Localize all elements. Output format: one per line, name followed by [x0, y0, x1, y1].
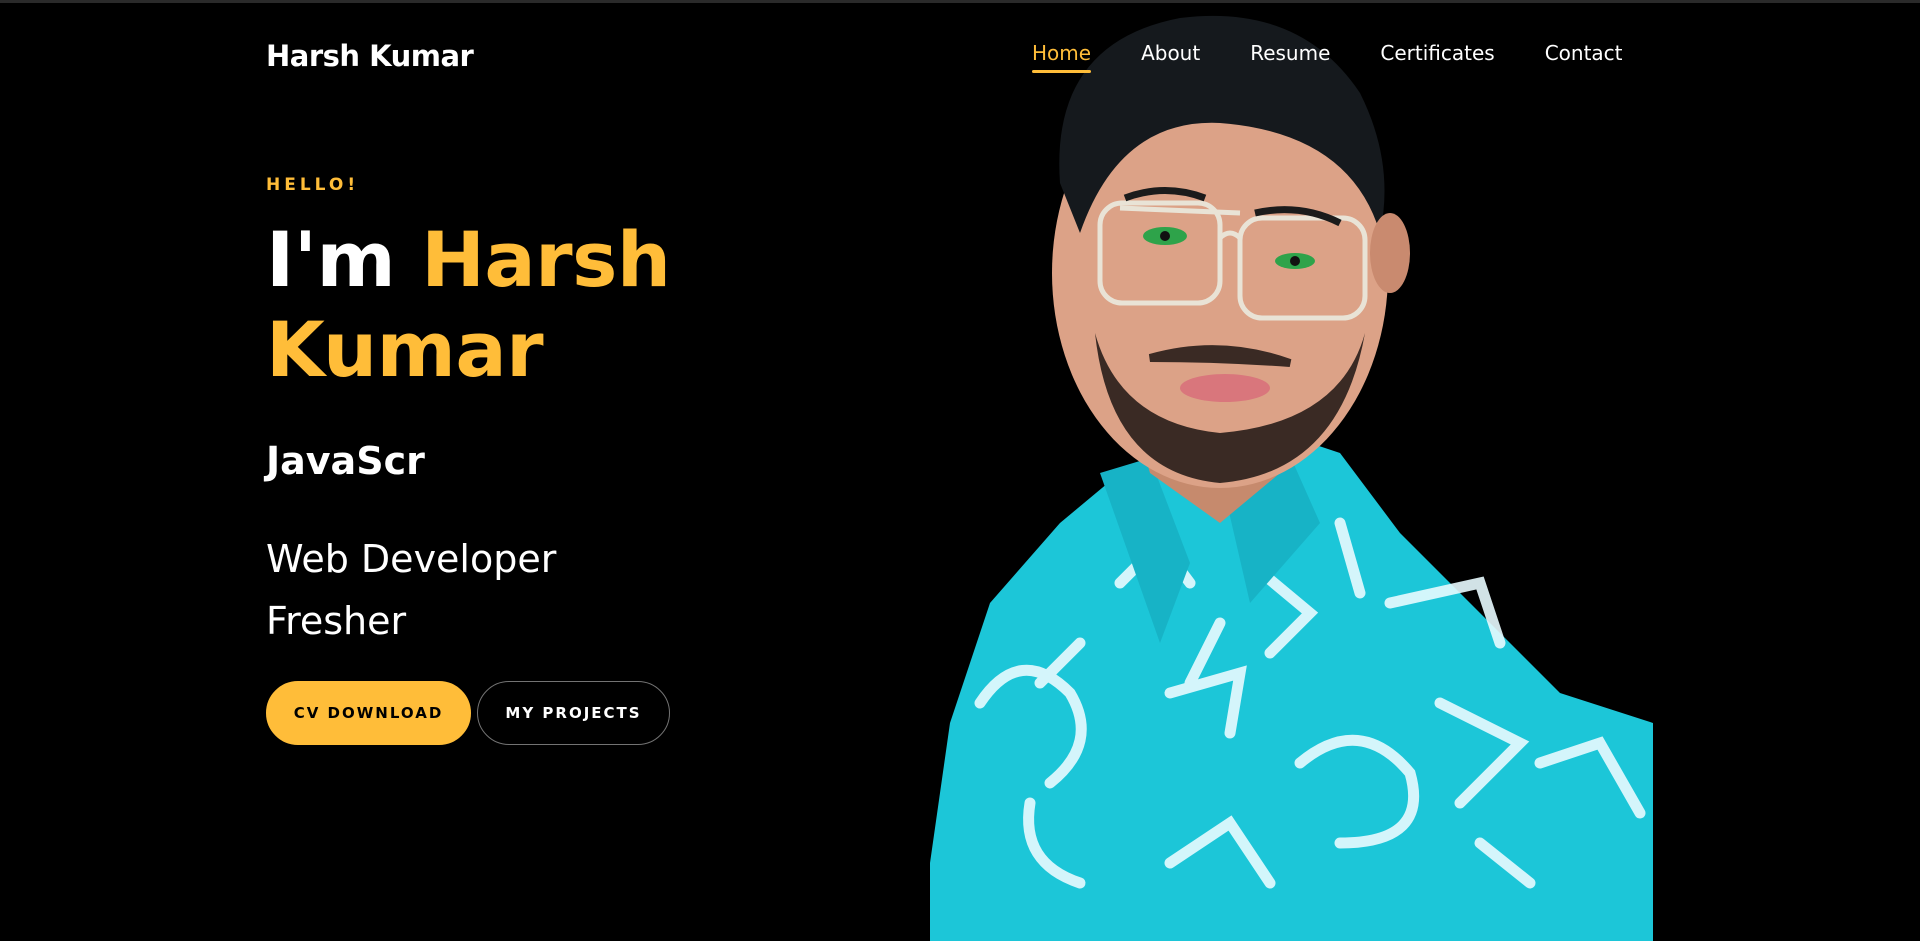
nav-about[interactable]: About — [1141, 41, 1200, 73]
typing-text: JavaScr — [266, 439, 425, 483]
my-projects-button[interactable]: MY PROJECTS — [477, 681, 670, 745]
cv-download-button[interactable]: CV DOWNLOAD — [266, 681, 471, 745]
brand-logo[interactable]: Harsh Kumar — [266, 39, 474, 73]
name-first: Harsh — [421, 215, 671, 304]
nav-home[interactable]: Home — [1032, 41, 1092, 73]
hero-section: HELLO! I'm Harsh Kumar JavaScr Web Devel… — [266, 175, 671, 745]
page: Harsh Kumar Home About Resume Certificat… — [0, 0, 1920, 941]
main-nav: Home About Resume Certificates Contact — [1032, 41, 1623, 73]
role-fresher: Fresher — [266, 599, 407, 643]
nav-resume[interactable]: Resume — [1250, 41, 1330, 73]
hero-title: I'm Harsh Kumar — [266, 215, 671, 395]
hero-buttons: CV DOWNLOAD MY PROJECTS — [266, 681, 670, 745]
nav-contact[interactable]: Contact — [1545, 41, 1623, 73]
role-web-developer: Web Developer — [266, 537, 557, 581]
hero-greeting: HELLO! — [266, 175, 360, 195]
profile-photo — [920, 3, 1660, 941]
title-prefix: I'm — [266, 215, 396, 304]
nav-certificates[interactable]: Certificates — [1380, 41, 1494, 73]
name-last: Kumar — [266, 305, 544, 394]
